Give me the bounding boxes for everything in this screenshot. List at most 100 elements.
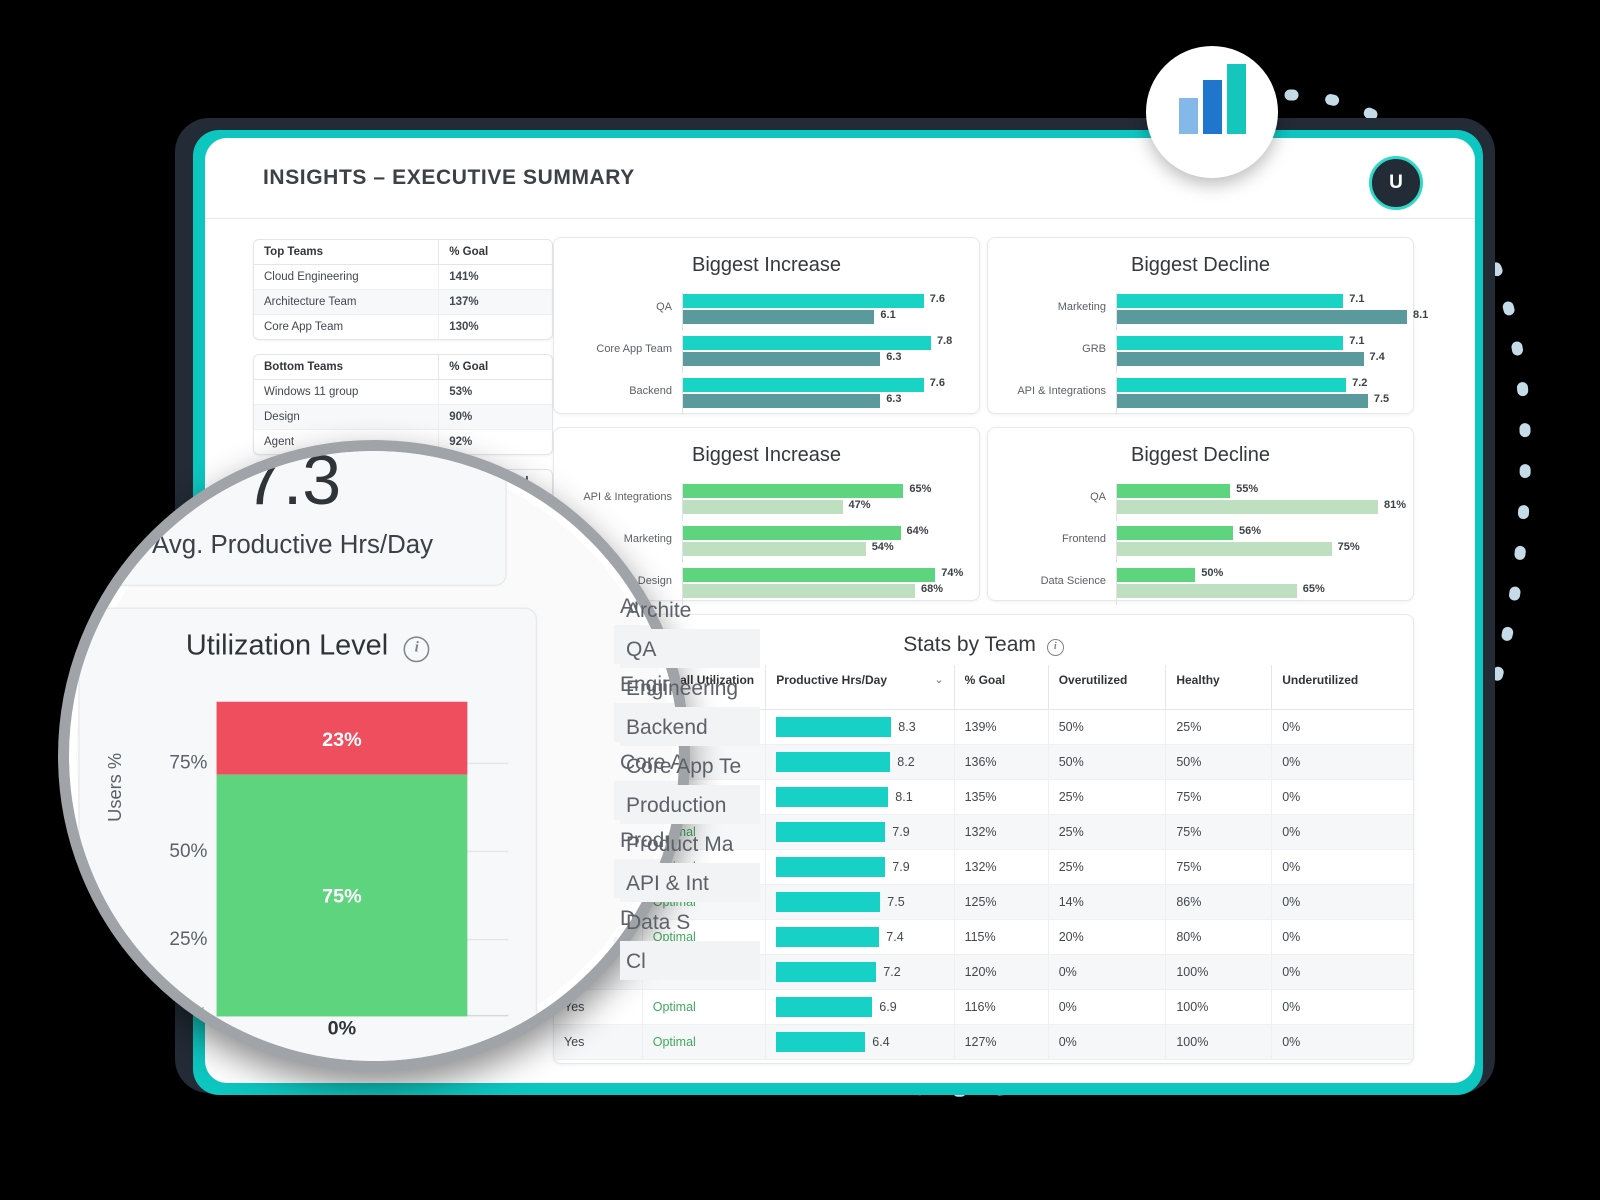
bar-value: 47% (848, 499, 871, 511)
bar-category-label: GRB (1082, 343, 1106, 355)
utilization-level-card-magnified: Utilization Level i Users % 75% 50% 25% … (78, 607, 538, 1072)
team-name: Windows 11 group (254, 379, 439, 405)
bar-current[interactable]: 7.2 (1117, 377, 1367, 392)
bar-group: API & Integrations 7.2 7.5 (988, 375, 1413, 417)
kpi-label: Avg. Productive Hrs/Day (152, 530, 434, 559)
chevron-down-icon[interactable]: ⌄ (934, 673, 943, 686)
bar-value: 7.6 (929, 293, 945, 305)
bar-group: Data Science 50% 65% (988, 565, 1413, 607)
list-item[interactable]: QA (620, 629, 760, 668)
info-icon[interactable]: i (1046, 639, 1064, 656)
bar-current[interactable]: 56% (1117, 525, 1261, 540)
table-row[interactable]: Yes Optimal 6.9 116% 0% 100% 0% (554, 989, 1413, 1025)
bar-value: 7.6 (929, 377, 945, 389)
hrs-value: 7.5 (887, 895, 905, 909)
bar-value: 6.3 (886, 393, 902, 405)
legend-item-under[interactable]: Under (89, 1062, 189, 1072)
avatar[interactable]: U (1369, 156, 1423, 210)
list-item[interactable]: Core App Te (620, 746, 760, 785)
list-item[interactable]: Product Ma (620, 824, 760, 863)
bar-category-label: QA (656, 301, 672, 313)
cell-pct-goal: 139% (953, 709, 1049, 745)
bar-current[interactable]: 55% (1117, 483, 1258, 498)
bar-group: Marketing 7.1 8.1 (988, 291, 1428, 333)
table-row[interactable]: Yes Optimal 6.4 127% 0% 100% 0% (554, 1024, 1413, 1060)
table-row[interactable]: Architecture Team 137% (254, 289, 552, 315)
chart-bars: Marketing 7.1 8.1 GRB 7.1 7.4 API & Inte… (988, 291, 1428, 417)
utilization-stacked-bar[interactable]: 23% 75% 0% (216, 701, 468, 1039)
app-logo-badge (1146, 46, 1278, 178)
bar-current[interactable]: 7.1 (1117, 293, 1364, 308)
table-row[interactable]: Windows 11 group 53% (254, 379, 552, 405)
bar-value: 55% (1236, 483, 1259, 495)
cell-overutilized: 50% (1047, 744, 1166, 780)
list-item[interactable]: Production (620, 785, 760, 824)
table-row[interactable]: Cloud Engineering 141% (254, 264, 552, 290)
hrs-value: 6.4 (872, 1035, 890, 1049)
bottom-teams-table: Bottom Teams % Goal Windows 11 group 53%… (254, 355, 552, 454)
bar-previous[interactable]: 8.1 (1117, 309, 1428, 324)
axis-label-users-pct: Users % (104, 752, 126, 822)
bar-previous[interactable]: 6.3 (683, 351, 901, 366)
list-item[interactable]: Backend (620, 707, 760, 746)
hrs-bar (776, 822, 886, 842)
bar-current[interactable]: 7.8 (683, 335, 952, 350)
hrs-bar (776, 857, 886, 877)
info-icon[interactable]: i (403, 636, 430, 663)
bar-previous[interactable]: 54% (683, 541, 894, 556)
col-header-overutilized[interactable]: Overutilized (1047, 665, 1166, 710)
bar-category-label: Frontend (1061, 533, 1106, 545)
bar-current[interactable]: 7.6 (683, 377, 945, 392)
hrs-bar (776, 717, 892, 737)
cell-underutilized: 0% (1271, 919, 1413, 955)
bar-previous[interactable]: 81% (1117, 499, 1406, 514)
col-header-goal: % Goal (438, 355, 552, 380)
bar-current[interactable]: 7.6 (683, 293, 945, 308)
chart-card-goal-decline: Biggest Decline QA 55% 81% Frontend 56% … (987, 427, 1414, 605)
bar-previous[interactable]: 6.1 (683, 309, 896, 324)
bar-current[interactable]: 7.1 (1117, 335, 1364, 350)
bar-current[interactable]: 65% (683, 483, 931, 498)
bar-previous[interactable]: 47% (683, 499, 871, 514)
cell-healthy: 80% (1165, 919, 1272, 955)
col-header-productive-hrs[interactable]: ⌄ Productive Hrs/Day (765, 665, 955, 710)
hrs-bar (776, 927, 880, 947)
bar-current[interactable]: 64% (683, 525, 929, 540)
list-item[interactable]: API & Int (620, 863, 760, 902)
bar-previous[interactable]: 75% (1117, 541, 1360, 556)
cell-underutilized: 0% (1271, 779, 1413, 815)
col-header-top-teams: Top Teams (254, 240, 439, 265)
list-item[interactable]: Cl (620, 941, 760, 980)
list-item[interactable]: Archite (620, 590, 760, 629)
bar-current[interactable]: 50% (1117, 567, 1223, 582)
bar-value: 65% (1302, 583, 1325, 595)
bar-previous[interactable]: 65% (1117, 583, 1325, 598)
col-header-underutilized[interactable]: Underutilized (1271, 665, 1413, 710)
segment-overutilized: 23% (216, 701, 468, 775)
cell-pct-goal: 115% (953, 919, 1049, 955)
bar-previous[interactable]: 7.5 (1117, 393, 1389, 408)
list-item[interactable]: Data S (620, 902, 760, 941)
segment-under-label: 0% (327, 1016, 357, 1040)
bar-value: 7.5 (1373, 393, 1390, 405)
bar-current[interactable]: 74% (683, 567, 963, 582)
page-title: INSIGHTS – EXECUTIVE SUMMARY (263, 166, 635, 189)
bar-value: 7.1 (1349, 335, 1365, 347)
cell-pct-goal: 132% (953, 849, 1049, 885)
cell-healthy: 86% (1165, 884, 1272, 920)
hrs-bar (776, 752, 891, 772)
chart-title: Biggest Decline (1131, 444, 1270, 466)
bar-previous[interactable]: 7.4 (1117, 351, 1385, 366)
col-header-healthy[interactable]: Healthy (1165, 665, 1272, 710)
hrs-bar (776, 892, 881, 912)
table-row[interactable]: Core App Team 130% (254, 314, 552, 339)
hrs-value: 8.2 (897, 755, 915, 769)
col-header-pct-goal[interactable]: % Goal (953, 665, 1049, 710)
team-name: Design (254, 404, 439, 430)
col-header-goal: % Goal (438, 240, 552, 265)
bar-category-label: QA (1090, 491, 1106, 503)
bar-category-label: API & Integrations (1017, 385, 1106, 397)
table-row[interactable]: Design 90% (254, 404, 552, 430)
list-item[interactable]: Engineering (620, 668, 760, 707)
bar-previous[interactable]: 6.3 (683, 393, 901, 408)
